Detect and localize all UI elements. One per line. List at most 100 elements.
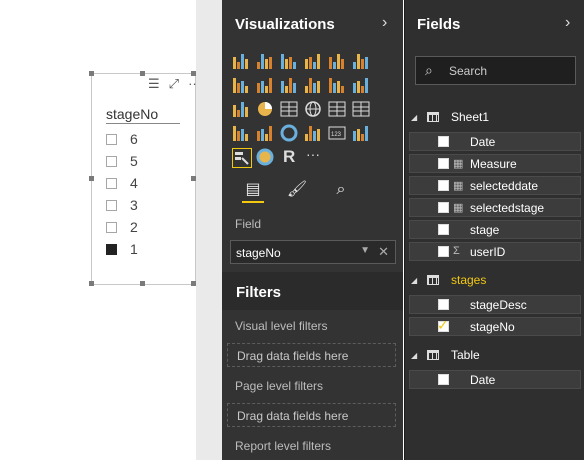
slicer-checkbox[interactable]: [106, 133, 117, 145]
table-icon[interactable]: [328, 100, 346, 118]
drag-handle-icon[interactable]: ☰: [148, 77, 160, 90]
field-name: Date: [470, 373, 496, 387]
kpi-icon[interactable]: [352, 124, 370, 142]
field-checkbox[interactable]: [438, 374, 449, 385]
focus-mode-icon[interactable]: ⤢: [169, 77, 179, 90]
slicer-option[interactable]: 2: [106, 218, 138, 236]
slicer-option-label: 6: [130, 131, 138, 147]
slicer-visual[interactable]: ☰ ⤢ ··· stageNo 6 5 4 3 2 1: [91, 73, 201, 285]
table-node-table[interactable]: ◢ Table: [405, 345, 480, 365]
multi-row-card-icon[interactable]: [304, 124, 322, 142]
field-item[interactable]: Date: [409, 370, 581, 389]
dropdown-arrow-icon[interactable]: ▼: [360, 245, 370, 256]
more-visuals-icon[interactable]: ···: [304, 146, 322, 166]
slicer-option[interactable]: 5: [106, 152, 138, 170]
scatter-chart-icon[interactable]: [232, 100, 250, 118]
slicer-title: stageNo: [106, 106, 159, 122]
stacked-column-chart-icon[interactable]: [256, 52, 274, 70]
donut-chart-icon[interactable]: [256, 148, 274, 166]
slicer-checkbox[interactable]: [106, 221, 117, 233]
fields-search-box[interactable]: ⌕ Search: [415, 56, 576, 85]
table-name: Sheet1: [451, 110, 490, 124]
field-checkbox[interactable]: [438, 180, 449, 191]
visual-level-drop-zone[interactable]: Drag data fields here: [227, 343, 396, 367]
gauge-icon[interactable]: [280, 124, 298, 142]
report-canvas[interactable]: ☰ ⤢ ··· stageNo 6 5 4 3 2 1: [0, 0, 201, 460]
field-well-value: stageNo: [236, 246, 281, 260]
field-checkbox[interactable]: [438, 299, 449, 310]
fields-tab-icon[interactable]: ▤: [242, 179, 264, 203]
field-item[interactable]: ▦ selecteddate: [409, 176, 581, 195]
slicer-checkbox[interactable]: [106, 243, 117, 255]
search-icon: ⌕: [425, 62, 433, 78]
slicer-icon[interactable]: [232, 148, 252, 168]
field-well-slot[interactable]: stageNo ▼ ✕: [230, 240, 396, 264]
resize-handle-b[interactable]: [140, 281, 145, 286]
field-checkbox[interactable]: [438, 246, 449, 257]
card-icon[interactable]: 123: [328, 124, 346, 142]
table-name: Table: [451, 348, 480, 362]
collapse-fields-chevron-icon[interactable]: ›: [565, 14, 570, 32]
line-column-chart-icon[interactable]: [304, 76, 322, 94]
field-checkbox[interactable]: [438, 158, 449, 169]
slicer-checkbox[interactable]: [106, 177, 117, 189]
expand-caret-icon[interactable]: ◢: [411, 351, 419, 360]
pie-chart-icon[interactable]: [256, 100, 274, 118]
svg-text:123: 123: [331, 132, 342, 138]
field-name: Date: [470, 135, 496, 149]
globe-map-icon[interactable]: [304, 100, 322, 118]
line-clustered-column-chart-icon[interactable]: [328, 76, 346, 94]
matrix-icon[interactable]: [352, 100, 370, 118]
resize-handle-tl[interactable]: [89, 71, 94, 76]
slicer-checkbox[interactable]: [106, 199, 117, 211]
slicer-checkbox[interactable]: [106, 155, 117, 167]
slicer-option[interactable]: 6: [106, 130, 138, 148]
remove-field-icon[interactable]: ✕: [378, 244, 389, 260]
slicer-option[interactable]: 3: [106, 196, 138, 214]
field-item[interactable]: ▦ selectedstage: [409, 198, 581, 217]
slicer-option[interactable]: 1: [106, 240, 138, 258]
table-node-stages[interactable]: ◢ stages: [405, 270, 486, 290]
field-checkbox[interactable]: [438, 136, 449, 147]
resize-handle-l[interactable]: [89, 176, 94, 181]
field-item[interactable]: Date: [409, 132, 581, 151]
slicer-option-label: 3: [130, 197, 138, 213]
100-stacked-column-chart-icon[interactable]: [352, 52, 370, 70]
slicer-option[interactable]: 4: [106, 174, 138, 192]
table-icon: [427, 112, 439, 122]
filters-title: Filters: [236, 284, 282, 301]
resize-handle-bl[interactable]: [89, 281, 94, 286]
slicer-option-label: 1: [130, 241, 138, 257]
field-checkbox[interactable]: [438, 202, 449, 213]
expand-caret-icon[interactable]: ◢: [411, 276, 419, 285]
area-chart-icon[interactable]: [256, 76, 274, 94]
funnel-icon[interactable]: [256, 124, 274, 142]
calculator-icon: ▦: [453, 158, 464, 170]
stacked-bar-chart-icon[interactable]: [232, 52, 250, 70]
ribbon-chart-icon[interactable]: [352, 76, 370, 94]
treemap-icon[interactable]: [280, 100, 298, 118]
line-chart-icon[interactable]: [232, 76, 250, 94]
field-item[interactable]: ▦ Measure: [409, 154, 581, 173]
visual-level-filters-label: Visual level filters: [235, 319, 328, 333]
calculator-icon: ▦: [453, 180, 464, 192]
table-node-sheet1[interactable]: ◢ Sheet1: [405, 107, 489, 127]
field-item[interactable]: ✓ stageNo: [409, 317, 581, 336]
collapse-visualizations-chevron-icon[interactable]: ›: [382, 14, 387, 32]
r-visual-icon[interactable]: R: [280, 147, 298, 166]
clustered-column-chart-icon[interactable]: [304, 52, 322, 70]
field-item[interactable]: ΣuserID: [409, 242, 581, 261]
analytics-magnifier-icon[interactable]: ⌕: [330, 179, 352, 201]
100-stacked-bar-chart-icon[interactable]: [328, 52, 346, 70]
field-item[interactable]: stage: [409, 220, 581, 239]
field-item[interactable]: stageDesc: [409, 295, 581, 314]
resize-handle-t[interactable]: [140, 71, 145, 76]
page-level-drop-zone[interactable]: Drag data fields here: [227, 403, 396, 427]
more-dots: ···: [306, 146, 320, 162]
clustered-bar-chart-icon[interactable]: [280, 52, 298, 70]
expand-caret-icon[interactable]: ◢: [411, 113, 419, 122]
stacked-area-chart-icon[interactable]: [280, 76, 298, 94]
filled-map-icon[interactable]: [232, 124, 250, 142]
field-checkbox[interactable]: [438, 224, 449, 235]
format-paint-roller-icon[interactable]: 🖌: [286, 179, 308, 201]
